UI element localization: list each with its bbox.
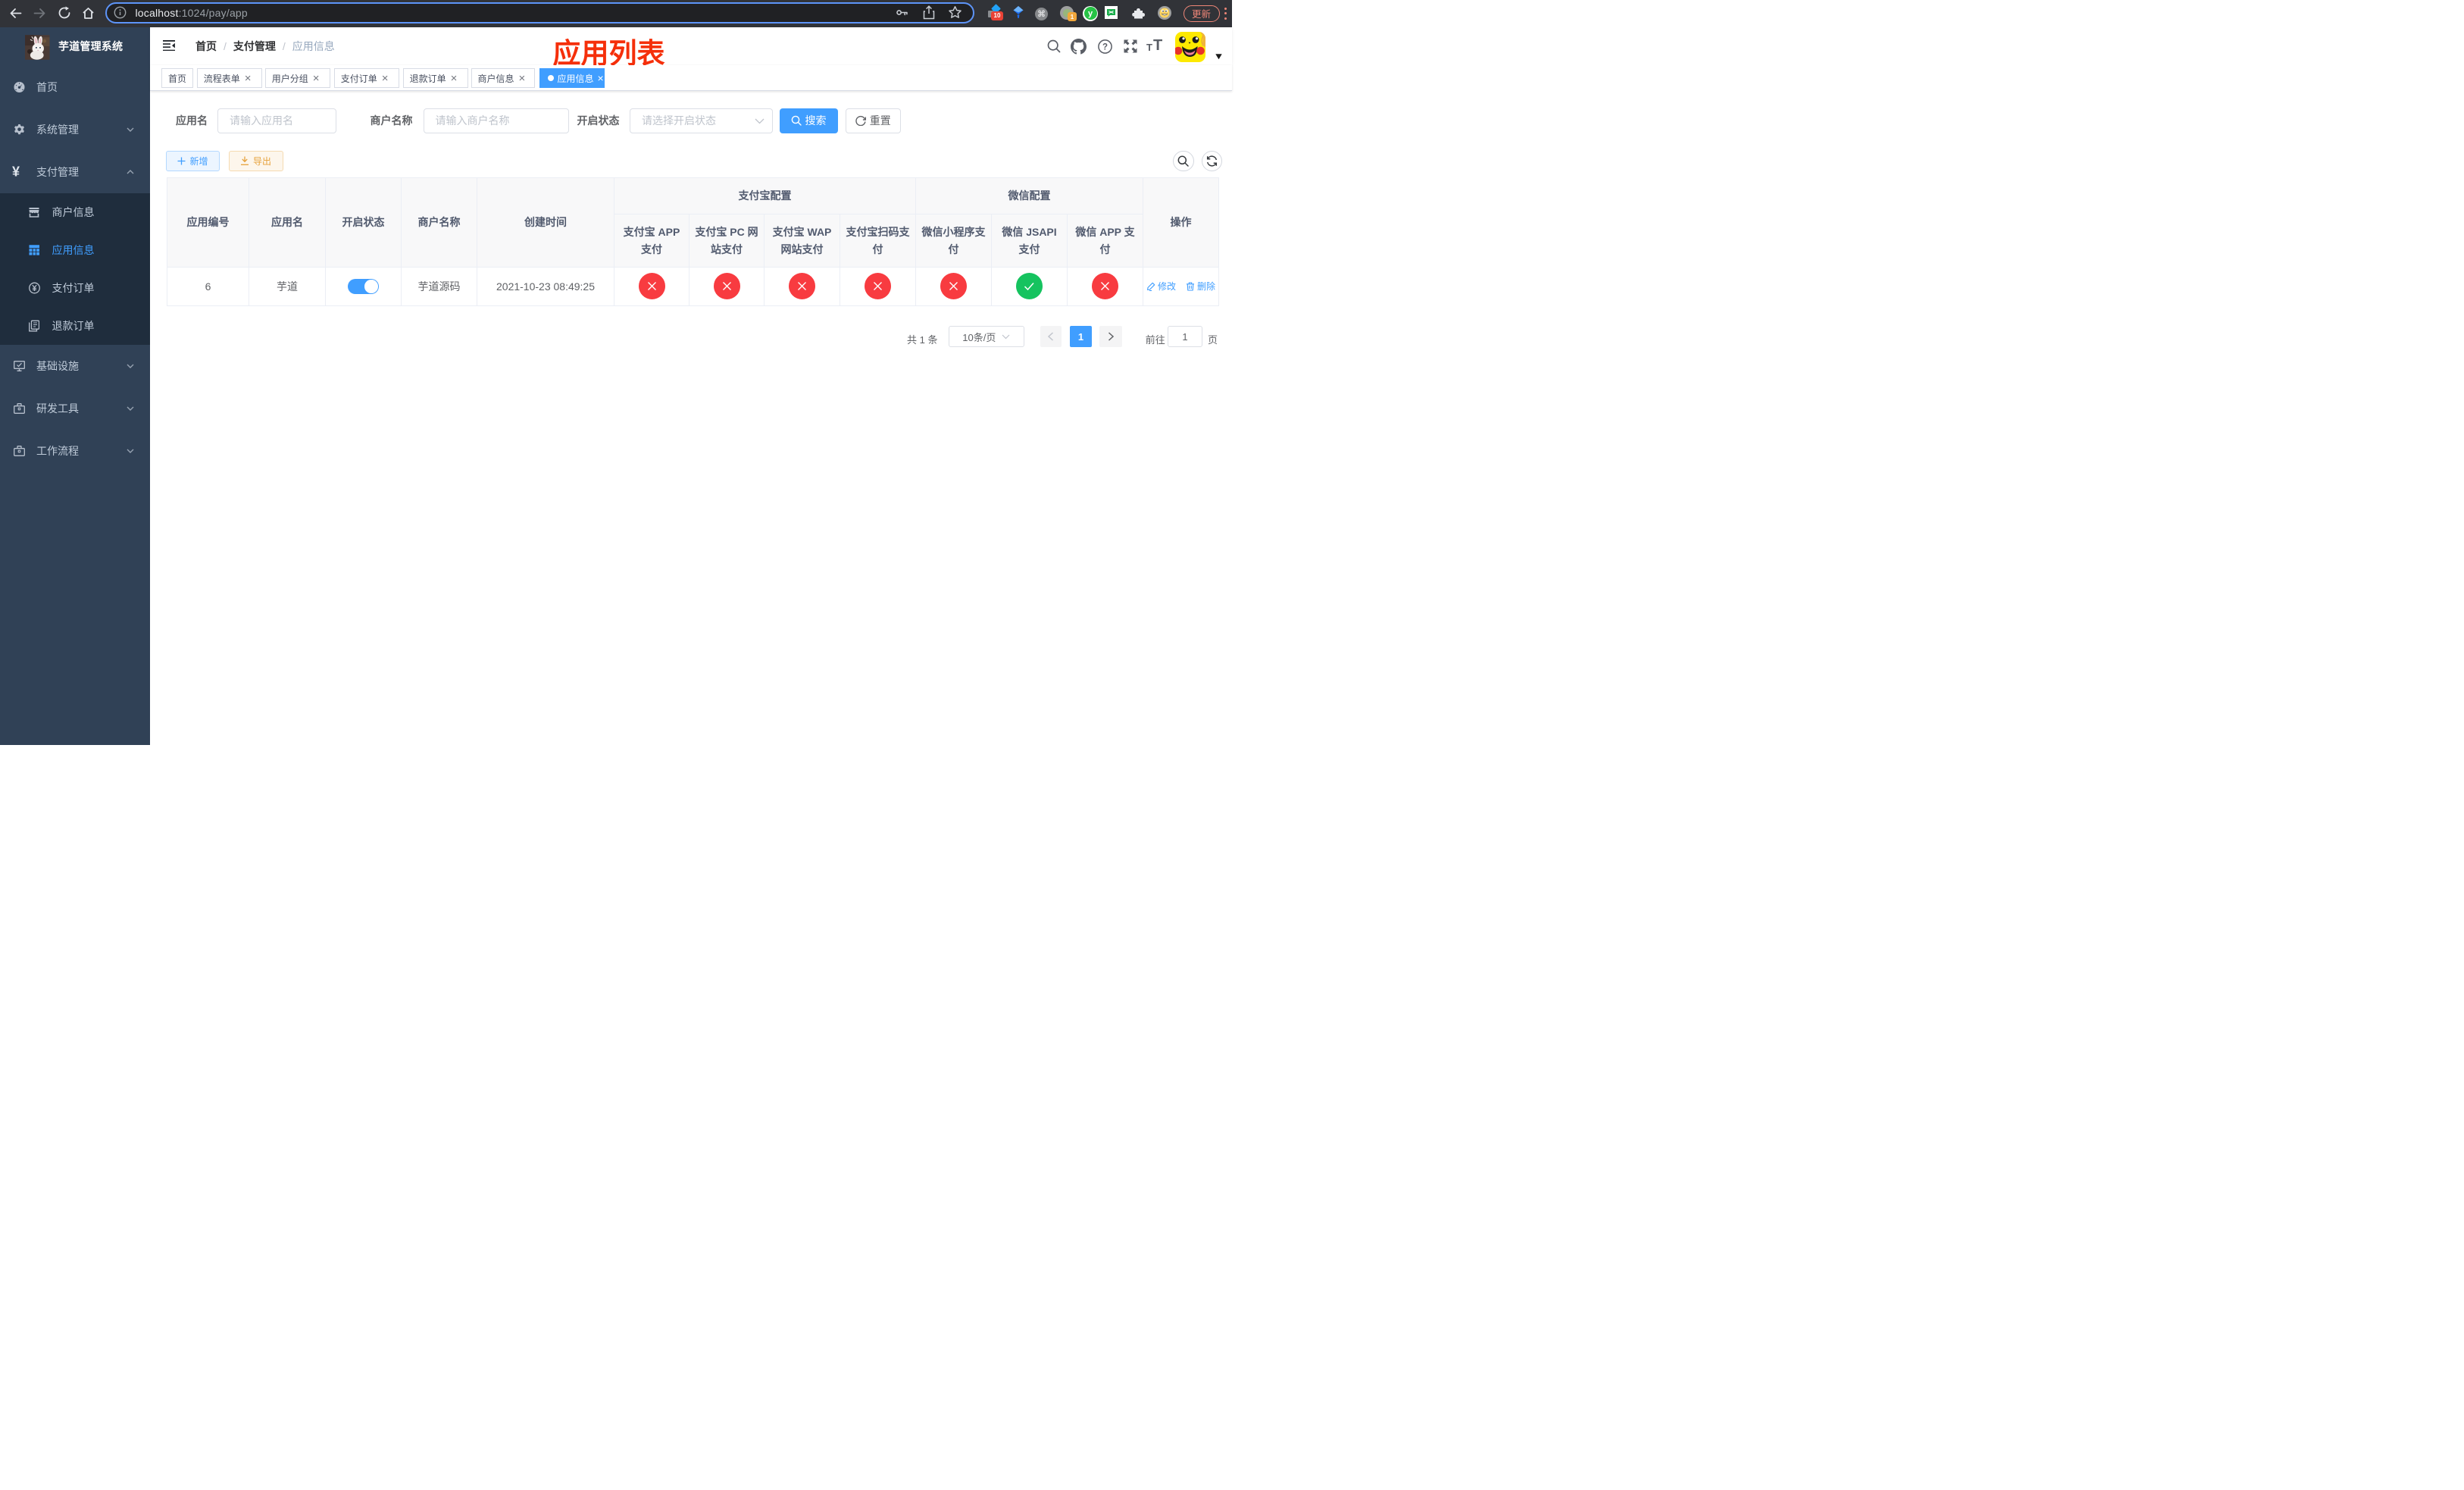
svg-text:?: ? bbox=[1102, 42, 1107, 52]
